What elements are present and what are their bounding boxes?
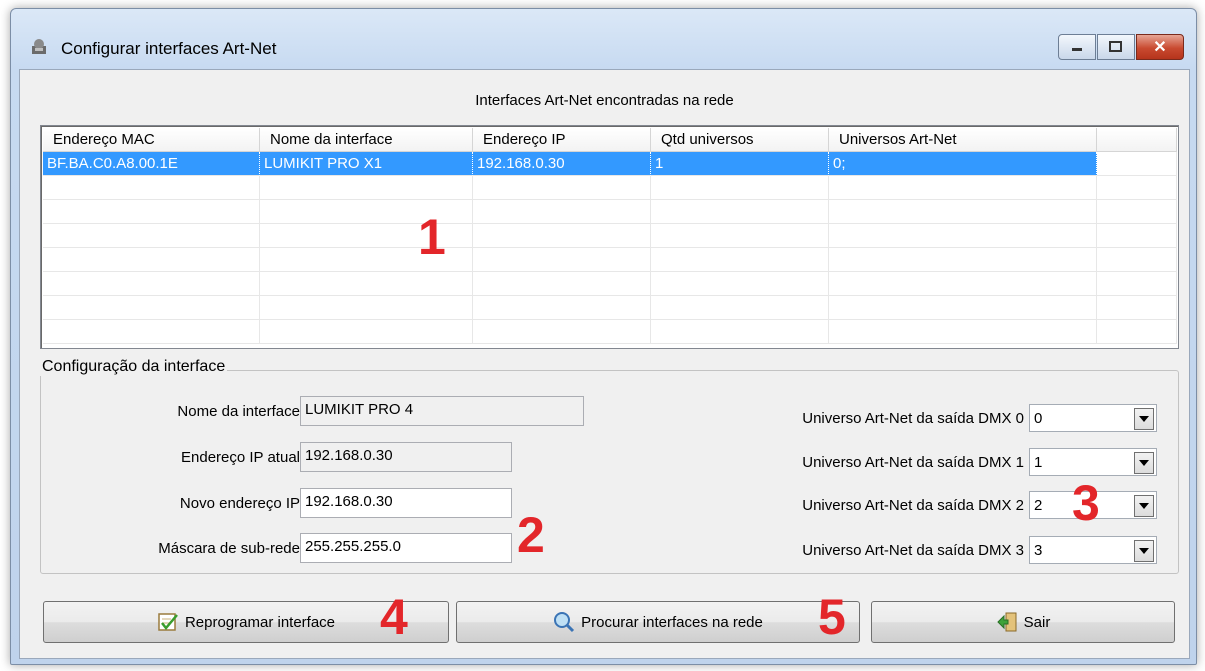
empty-row [43, 248, 1177, 272]
close-icon: ✕ [1153, 39, 1167, 56]
cell-universes: 0; [829, 152, 1097, 176]
dmx3-value: 3 [1034, 542, 1043, 559]
annotation-4: 4 [380, 589, 408, 645]
dmx0-label: Universo Art-Net da saída DMX 0 [802, 410, 1024, 427]
search-button[interactable]: Procurar interfaces na rede [456, 601, 860, 643]
dmx3-label: Universo Art-Net da saída DMX 3 [802, 542, 1024, 559]
chevron-down-icon[interactable] [1134, 495, 1154, 517]
minimize-button[interactable] [1058, 34, 1096, 60]
column-count[interactable]: Qtd universos [651, 128, 829, 152]
reprogram-label: Reprogramar interface [184, 613, 336, 631]
annotation-2: 2 [517, 507, 545, 563]
new-ip-label: Novo endereço IP [179, 495, 300, 512]
dmx1-value: 1 [1034, 454, 1043, 471]
title-bar: Configurar interfaces Art-Net ✕ [11, 9, 1196, 69]
window-title: Configurar interfaces Art-Net [61, 39, 277, 58]
dmx1-label: Universo Art-Net da saída DMX 1 [802, 454, 1024, 471]
config-legend: Configuração da interface [40, 358, 228, 376]
interface-name-field[interactable]: LUMIKIT PRO 4 [300, 396, 584, 426]
mask-label: Máscara de sub-rede [158, 540, 300, 557]
empty-row [43, 200, 1177, 224]
column-universes[interactable]: Universos Art-Net [829, 128, 1097, 152]
minimize-icon [1072, 48, 1082, 51]
window: Configurar interfaces Art-Net ✕ Interfac… [10, 8, 1197, 665]
empty-row [43, 272, 1177, 296]
column-filler [1097, 128, 1177, 152]
maximize-button[interactable] [1097, 34, 1135, 60]
list-header: Endereço MAC Nome da interface Endereço … [43, 128, 1177, 152]
empty-row [43, 224, 1177, 248]
search-label: Procurar interfaces na rede [581, 613, 763, 631]
column-mac[interactable]: Endereço MAC [43, 128, 260, 152]
chevron-down-icon[interactable] [1134, 452, 1154, 474]
exit-button[interactable]: Sair [871, 601, 1175, 643]
dmx1-select[interactable]: 1 [1029, 448, 1157, 476]
dmx0-select[interactable]: 0 [1029, 404, 1157, 432]
interfaces-list[interactable]: Endereço MAC Nome da interface Endereço … [40, 125, 1179, 349]
column-ip[interactable]: Endereço IP [473, 128, 651, 152]
empty-row [43, 320, 1177, 344]
window-controls: ✕ [1057, 34, 1184, 60]
chevron-down-icon[interactable] [1134, 540, 1154, 562]
column-name[interactable]: Nome da interface [260, 128, 473, 152]
annotation-1: 1 [418, 209, 446, 265]
subnet-mask-input[interactable]: 255.255.255.0 [300, 533, 512, 563]
dmx2-label: Universo Art-Net da saída DMX 2 [802, 497, 1024, 514]
ip-label: Endereço IP atual [181, 449, 300, 466]
checklist-icon [158, 613, 178, 631]
close-button[interactable]: ✕ [1136, 34, 1184, 60]
list-caption: Interfaces Art-Net encontradas na rede [475, 92, 734, 109]
chevron-down-icon[interactable] [1134, 408, 1154, 430]
current-ip-field[interactable]: 192.168.0.30 [300, 442, 512, 472]
annotation-5: 5 [818, 589, 846, 645]
app-icon [32, 39, 46, 54]
new-ip-input[interactable]: 192.168.0.30 [300, 488, 512, 518]
annotation-3: 3 [1072, 475, 1100, 531]
dmx3-select[interactable]: 3 [1029, 536, 1157, 564]
dmx0-value: 0 [1034, 410, 1043, 427]
empty-row [43, 296, 1177, 320]
dmx2-value: 2 [1034, 497, 1043, 514]
cell-count: 1 [651, 152, 829, 176]
cell-mac: BF.BA.C0.A8.00.1E [43, 152, 260, 176]
name-label: Nome da interface [177, 403, 300, 420]
cell-name: LUMIKIT PRO X1 [260, 152, 473, 176]
table-row[interactable]: BF.BA.C0.A8.00.1E LUMIKIT PRO X1 192.168… [43, 152, 1177, 176]
magnifier-icon [554, 612, 575, 633]
exit-label: Sair [1023, 613, 1051, 631]
empty-row [43, 176, 1177, 200]
exit-door-icon [996, 612, 1017, 632]
cell-ip: 192.168.0.30 [473, 152, 651, 176]
maximize-icon [1109, 41, 1122, 52]
dialog-body: Interfaces Art-Net encontradas na rede E… [19, 69, 1190, 659]
cell-filler [1097, 152, 1177, 176]
